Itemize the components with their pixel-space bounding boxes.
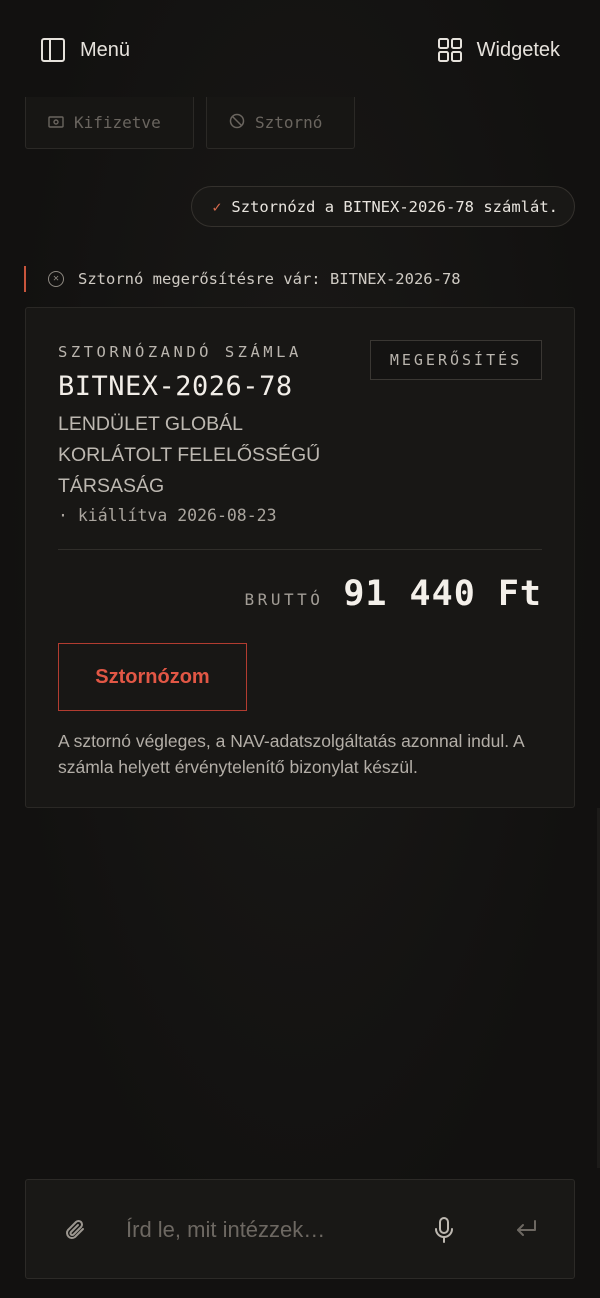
grid-icon xyxy=(437,37,463,63)
total-row: BRUTTÓ 91 440 Ft xyxy=(245,574,542,614)
storno-confirmation-card: SZTORNÓZANDÓ SZÁMLA MEGERŐSÍTÉS BITNEX-2… xyxy=(25,307,575,808)
user-message: ✓ Sztornózd a BITNEX-2026-78 számlát. xyxy=(191,186,575,227)
issued-date: · kiállítva 2026-08-23 xyxy=(58,506,277,525)
widgets-button[interactable]: Widgetek xyxy=(437,32,560,68)
storno-label: Sztornó xyxy=(255,113,323,132)
message-input[interactable] xyxy=(126,1210,416,1250)
company-line: TÁRSASÁG xyxy=(58,475,165,497)
x-circle-icon: ✕ xyxy=(48,271,64,287)
enter-icon[interactable] xyxy=(514,1219,538,1246)
divider xyxy=(58,549,542,550)
previous-actions: Kifizetve Sztornó xyxy=(25,97,355,149)
check-icon: ✓ xyxy=(212,197,222,216)
total-amount: 91 440 Ft xyxy=(343,574,542,614)
cash-icon xyxy=(48,113,64,132)
menu-button[interactable]: Menü xyxy=(40,32,130,68)
invoice-number: BITNEX-2026-78 xyxy=(58,371,293,402)
ban-icon xyxy=(229,113,245,133)
company-line: LENDÜLET GLOBÁL xyxy=(58,413,243,435)
top-bar: Menü Widgetek xyxy=(0,0,600,100)
confirm-storno-button[interactable]: Sztornózom xyxy=(58,643,247,711)
card-eyebrow: SZTORNÓZANDÓ SZÁMLA xyxy=(58,343,302,361)
paid-button[interactable]: Kifizetve xyxy=(25,97,194,149)
storno-button[interactable]: Sztornó xyxy=(206,97,355,149)
storno-note: A sztornó végleges, a NAV-adatszolgáltat… xyxy=(58,731,524,777)
sidebar-icon xyxy=(40,37,66,63)
paid-label: Kifizetve xyxy=(74,113,161,132)
status-line: ✕ Sztornó megerősítésre vár: BITNEX-2026… xyxy=(24,266,461,292)
composer xyxy=(25,1179,575,1279)
widgets-label: Widgetek xyxy=(476,38,560,61)
menu-label: Menü xyxy=(80,38,131,61)
company-line: KORLÁTOLT FELELŐSSÉGŰ xyxy=(58,444,321,466)
paperclip-icon[interactable] xyxy=(64,1217,88,1248)
status-text: Sztornó megerősítésre vár: BITNEX-2026-7… xyxy=(78,270,461,288)
confirmation-badge: MEGERŐSÍTÉS xyxy=(370,340,542,380)
total-label: BRUTTÓ xyxy=(244,590,324,609)
company-name: LENDÜLET GLOBÁL KORLÁTOLT FELELŐSSÉGŰ TÁ… xyxy=(58,409,368,502)
user-message-text: Sztornózd a BITNEX-2026-78 számlát. xyxy=(231,197,558,216)
microphone-icon[interactable] xyxy=(434,1216,454,1249)
